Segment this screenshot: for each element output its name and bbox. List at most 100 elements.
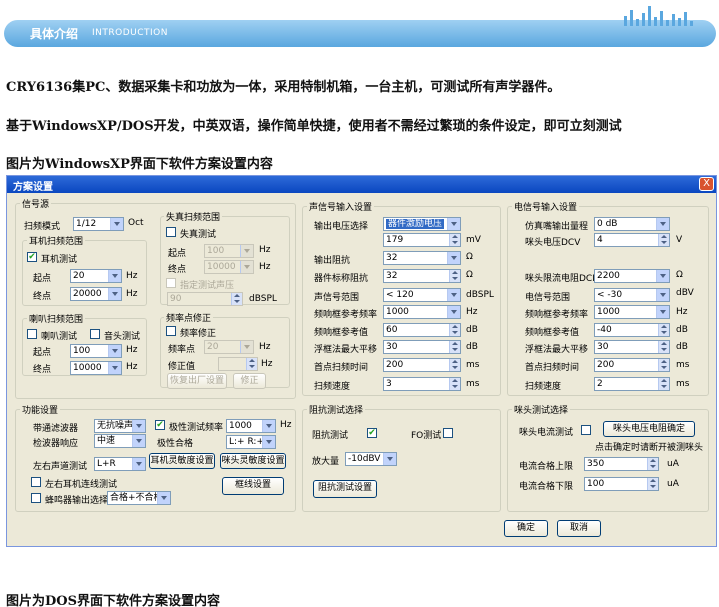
amplification-select[interactable]: -10dBV (345, 452, 397, 466)
chevron-down-icon[interactable] (656, 289, 669, 301)
chevron-down-icon[interactable] (262, 420, 275, 432)
ear-end-select[interactable]: 20000 (70, 287, 122, 301)
ref-value-spinner[interactable]: -40 (594, 323, 670, 337)
restore-defaults-button[interactable]: 恢复出厂设置 (167, 373, 227, 389)
distortion-end-select[interactable]: 10000 (204, 260, 254, 274)
distortion-start-select[interactable]: 100 (204, 244, 254, 258)
fix-value-spinner[interactable] (218, 357, 258, 371)
chevron-down-icon[interactable] (656, 270, 669, 282)
ref-value-spinner[interactable]: 60 (383, 323, 461, 337)
chevron-down-icon[interactable] (108, 270, 121, 282)
chevron-down-icon[interactable] (240, 341, 253, 353)
chevron-down-icon[interactable] (447, 306, 460, 318)
buzzer-select[interactable]: 合格+不合格 (107, 491, 171, 505)
chevron-down-icon[interactable] (132, 458, 145, 470)
mic-confirm-button[interactable]: 咪头电压电阻确定 (603, 421, 695, 437)
float-max-spinner[interactable]: 30 (383, 340, 461, 354)
spinner-arrows-icon[interactable] (231, 293, 242, 305)
close-icon[interactable]: X (699, 177, 714, 191)
chevron-down-icon[interactable] (383, 453, 396, 465)
fo-test-checkbox[interactable] (443, 428, 453, 438)
chevron-down-icon[interactable] (240, 245, 253, 257)
horn-end-select[interactable]: 10000 (70, 361, 122, 375)
dcr-select[interactable]: 2200 (594, 269, 670, 283)
chevron-down-icon[interactable] (110, 218, 123, 230)
mic-sensitivity-button[interactable]: 咪头灵敏度设置 (220, 453, 286, 469)
lr-ear-line-checkbox[interactable] (31, 477, 41, 487)
output-impedance-select[interactable]: 32 (383, 251, 461, 265)
chevron-down-icon[interactable] (656, 218, 669, 230)
polarity-checkbox[interactable]: ✔ (155, 420, 165, 430)
chevron-down-icon[interactable] (262, 436, 275, 448)
current-lower-spinner[interactable]: 100 (584, 477, 659, 491)
spinner-arrows-icon[interactable] (658, 234, 669, 246)
buzzer-checkbox[interactable] (31, 493, 41, 503)
distortion-spl-spinner[interactable]: 90 (167, 292, 243, 306)
mic-voltage-spinner[interactable]: 4 (594, 233, 670, 247)
nominal-impedance-spinner[interactable]: 32 (383, 269, 461, 283)
ref-freq-select[interactable]: 1000 (383, 305, 461, 319)
spinner-arrows-icon[interactable] (246, 358, 257, 370)
chevron-down-icon[interactable] (656, 306, 669, 318)
filter-select[interactable]: 无抗噪声 (94, 419, 146, 433)
ear-start-select[interactable]: 20 (70, 269, 122, 283)
fix-button[interactable]: 修正 (233, 373, 266, 389)
acoustic-range-select[interactable]: < 120 (383, 288, 461, 302)
mic-current-checkbox[interactable] (581, 425, 591, 435)
chevron-down-icon[interactable] (132, 435, 145, 447)
impedance-test-checkbox[interactable]: ✔ (367, 428, 377, 438)
chevron-down-icon[interactable] (447, 218, 460, 230)
first-sweep-time-spinner[interactable]: 200 (383, 358, 461, 372)
chevron-down-icon[interactable] (157, 492, 170, 504)
float-max-label: 浮框法最大平移 (314, 345, 378, 355)
specified-spl-checkbox[interactable] (166, 278, 176, 288)
ear-test-checkbox[interactable]: ✔ (27, 252, 37, 262)
sweep-speed-spinner[interactable]: 2 (594, 377, 670, 391)
speaker-test-checkbox[interactable] (27, 329, 37, 339)
volt-select[interactable]: 器件激励电压 (383, 217, 461, 231)
sweep-speed-spinner[interactable]: 3 (383, 377, 461, 391)
dummy-range-select[interactable]: 0 dB (594, 217, 670, 231)
spinner-arrows-icon[interactable] (449, 378, 460, 390)
spinner-arrows-icon[interactable] (449, 270, 460, 282)
polarity-ok-select[interactable]: L:+ R:+ (226, 435, 276, 449)
chevron-down-icon[interactable] (108, 362, 121, 374)
chevron-down-icon[interactable] (240, 261, 253, 273)
current-upper-spinner[interactable]: 350 (584, 457, 659, 471)
spinner-arrows-icon[interactable] (449, 324, 460, 336)
freq-fix-checkbox[interactable] (166, 326, 176, 336)
spinner-arrows-icon[interactable] (449, 234, 460, 246)
chevron-down-icon[interactable] (108, 345, 121, 357)
chevron-down-icon[interactable] (132, 420, 145, 432)
spinner-arrows-icon[interactable] (658, 359, 669, 371)
sound-head-checkbox[interactable] (90, 329, 100, 339)
spinner-arrows-icon[interactable] (647, 458, 658, 470)
frame-settings-button[interactable]: 框线设置 (222, 477, 284, 495)
polarity-freq-select[interactable]: 1000 (226, 419, 276, 433)
impedance-settings-button[interactable]: 阻抗测试设置 (313, 480, 377, 498)
sweep-mode-select[interactable]: 1/12 (73, 217, 124, 231)
ok-button[interactable]: 确定 (504, 520, 548, 537)
spinner-arrows-icon[interactable] (658, 341, 669, 353)
spinner-arrows-icon[interactable] (449, 341, 460, 353)
lr-channel-select[interactable]: L+R (94, 457, 146, 471)
spinner-arrows-icon[interactable] (658, 378, 669, 390)
volt-spinner[interactable]: 179 (383, 233, 461, 247)
window-titlebar[interactable]: 方案设置 X (7, 176, 716, 193)
distortion-test-checkbox[interactable] (166, 227, 176, 237)
ref-freq-select[interactable]: 1000 (594, 305, 670, 319)
float-max-spinner[interactable]: 30 (594, 340, 670, 354)
spinner-arrows-icon[interactable] (647, 478, 658, 490)
spinner-arrows-icon[interactable] (449, 359, 460, 371)
chevron-down-icon[interactable] (447, 289, 460, 301)
earphone-sensitivity-button[interactable]: 耳机灵敏度设置 (149, 453, 215, 469)
detector-select[interactable]: 中速 (94, 434, 146, 448)
freq-point-select[interactable]: 20 (204, 340, 254, 354)
chevron-down-icon[interactable] (108, 288, 121, 300)
cancel-button[interactable]: 取消 (557, 520, 601, 537)
horn-start-select[interactable]: 100 (70, 344, 122, 358)
first-sweep-time-spinner[interactable]: 200 (594, 358, 670, 372)
electric-range-select[interactable]: < -30 (594, 288, 670, 302)
spinner-arrows-icon[interactable] (658, 324, 669, 336)
chevron-down-icon[interactable] (447, 252, 460, 264)
